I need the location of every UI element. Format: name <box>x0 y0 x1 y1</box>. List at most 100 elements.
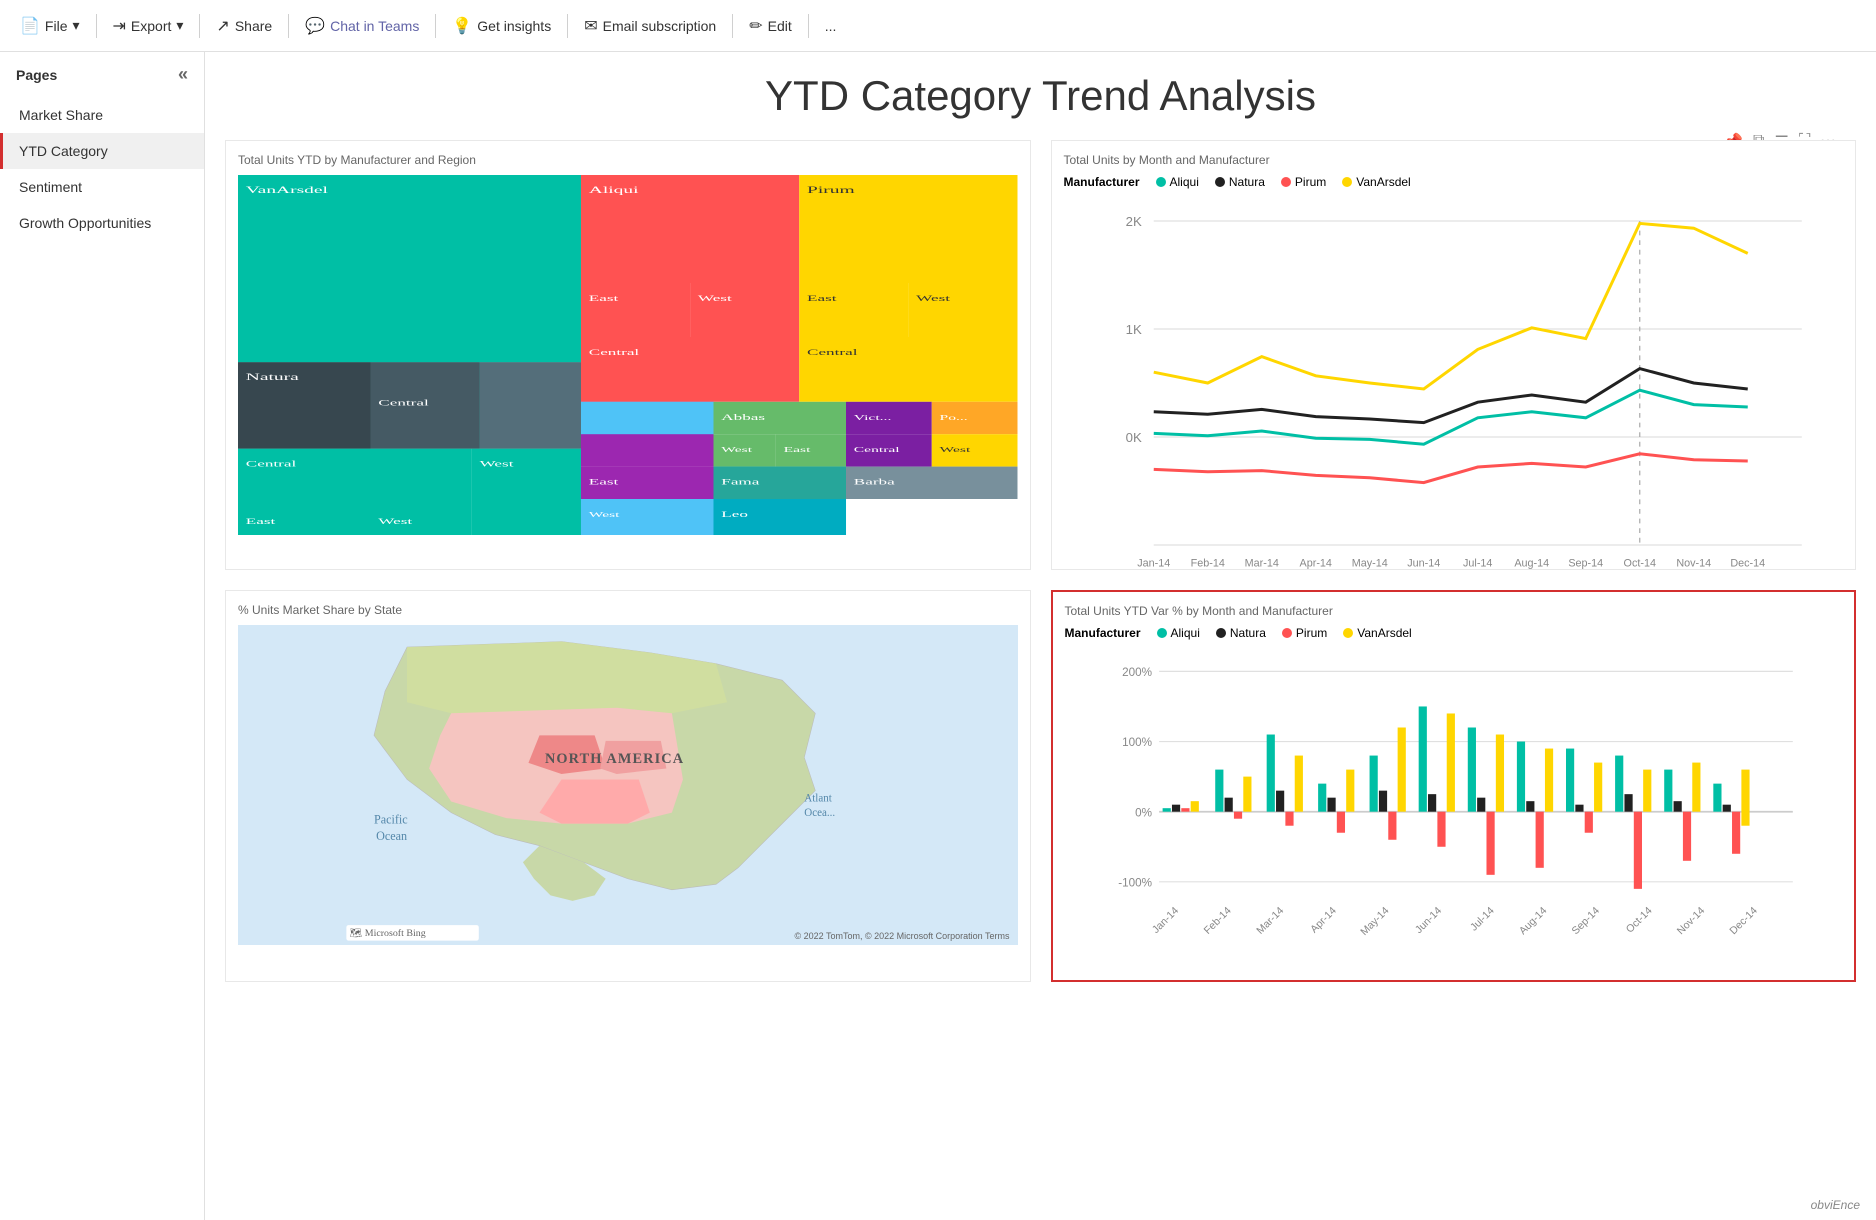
sidebar-item-market-share[interactable]: Market Share <box>0 97 204 133</box>
map-container[interactable]: Pacific Ocean Atlant Ocea... NORTH AMERI… <box>238 625 1018 945</box>
export-icon: ⇥ <box>113 16 126 36</box>
sidebar-item-growth-opportunities[interactable]: Growth Opportunities <box>0 205 204 241</box>
legend-dot-vanarsdel <box>1342 177 1352 187</box>
legend-dot-natura <box>1215 177 1225 187</box>
email-subscription-button[interactable]: ✉ Email subscription <box>576 12 724 40</box>
chevron-down-icon: ▾ <box>72 17 79 34</box>
svg-text:Central: Central <box>589 348 640 357</box>
content-area: YTD Category Trend Analysis 📌 ⧉ ☰ ⛶ ··· … <box>205 52 1876 1220</box>
more-button[interactable]: ... <box>817 14 845 38</box>
svg-text:Barba: Barba <box>854 477 895 486</box>
svg-text:Central: Central <box>854 446 901 454</box>
svg-text:Central: Central <box>378 398 429 407</box>
toolbar: 📄 File ▾ ⇥ Export ▾ ↗ Share 💬 Chat in Te… <box>0 0 1876 52</box>
svg-text:Feb-14: Feb-14 <box>1190 558 1224 570</box>
barchart-container[interactable]: 200% 100% 0% -100% <box>1065 648 1843 968</box>
svg-text:Jun-14: Jun-14 <box>1407 558 1440 570</box>
map-title: % Units Market Share by State <box>238 603 1018 617</box>
svg-text:Leo: Leo <box>721 510 748 519</box>
barchart-dot-natura <box>1216 628 1226 638</box>
barchart-legend-vanarsdel: VanArsdel <box>1343 626 1411 640</box>
edit-button[interactable]: ✏ Edit <box>741 12 800 40</box>
file-menu[interactable]: 📄 File ▾ <box>12 12 88 40</box>
svg-text:Sep-14: Sep-14 <box>1568 558 1603 570</box>
linechart-container[interactable]: 2K 1K 0K Jan-14 Feb-14 Mar-14 Apr-14 May… <box>1064 197 1844 557</box>
export-menu[interactable]: ⇥ Export ▾ <box>105 12 192 40</box>
sidebar: Pages « Market Share YTD Category Sentim… <box>0 52 205 1220</box>
get-insights-button[interactable]: 💡 Get insights <box>444 12 559 40</box>
barchart-legend: Manufacturer Aliqui Natura Pirum <box>1065 626 1843 640</box>
sidebar-item-sentiment[interactable]: Sentiment <box>0 169 204 205</box>
svg-text:East: East <box>807 294 837 303</box>
svg-text:West: West <box>378 517 412 526</box>
svg-text:Aug-14: Aug-14 <box>1516 905 1549 938</box>
svg-text:Vict...: Vict... <box>854 413 892 421</box>
svg-text:Central: Central <box>246 459 297 468</box>
separator-7 <box>808 14 809 38</box>
separator-4 <box>435 14 436 38</box>
svg-text:Nov-14: Nov-14 <box>1674 905 1707 938</box>
svg-text:Jan-14: Jan-14 <box>1137 558 1170 570</box>
svg-text:Jun-14: Jun-14 <box>1412 905 1443 936</box>
linechart-panel: Total Units by Month and Manufacturer Ma… <box>1051 140 1857 570</box>
svg-text:West: West <box>916 294 950 303</box>
svg-text:Pirum: Pirum <box>807 185 855 195</box>
svg-text:Central: Central <box>807 348 858 357</box>
linechart-legend: Manufacturer Aliqui Natura Pirum <box>1064 175 1844 189</box>
linechart-title: Total Units by Month and Manufacturer <box>1064 153 1844 167</box>
legend-aliqui: Aliqui <box>1156 175 1199 189</box>
barchart-legend-natura: Natura <box>1216 626 1266 640</box>
svg-text:Dec-14: Dec-14 <box>1730 558 1765 570</box>
svg-text:VanArsdel: VanArsdel <box>246 185 328 195</box>
svg-text:East: East <box>589 294 619 303</box>
page-title: YTD Category Trend Analysis <box>225 52 1856 130</box>
map-panel: % Units Market Share by State <box>225 590 1031 982</box>
barchart-title: Total Units YTD Var % by Month and Manuf… <box>1065 604 1843 618</box>
svg-text:May-14: May-14 <box>1351 558 1387 570</box>
barchart-legend-aliqui: Aliqui <box>1157 626 1200 640</box>
svg-text:NORTH AMERICA: NORTH AMERICA <box>545 751 684 767</box>
svg-text:2K: 2K <box>1125 214 1141 229</box>
treemap-panel: Total Units YTD by Manufacturer and Regi… <box>225 140 1031 570</box>
svg-text:Oct-14: Oct-14 <box>1623 558 1655 570</box>
svg-text:Aliqui: Aliqui <box>589 185 639 195</box>
svg-text:Ocean: Ocean <box>376 829 407 843</box>
file-icon: 📄 <box>20 16 40 36</box>
email-icon: ✉ <box>584 16 597 36</box>
treemap-title: Total Units YTD by Manufacturer and Regi… <box>238 153 1018 167</box>
svg-text:Jul-14: Jul-14 <box>1468 905 1497 934</box>
barchart-legend-label: Manufacturer <box>1065 626 1141 640</box>
edit-icon: ✏ <box>749 16 762 36</box>
svg-text:West: West <box>721 446 753 454</box>
charts-grid: Total Units YTD by Manufacturer and Regi… <box>225 140 1856 982</box>
share-button[interactable]: ↗ Share <box>208 12 280 40</box>
svg-text:Mar-14: Mar-14 <box>1254 905 1286 937</box>
legend-manufacturer-label: Manufacturer <box>1064 175 1140 189</box>
obv-footer: obviEnce <box>1811 1198 1860 1212</box>
treemap-container[interactable]: VanArsdel East Central West Aliqui East <box>238 175 1018 535</box>
svg-text:Nov-14: Nov-14 <box>1676 558 1711 570</box>
chevron-down-icon-2: ▾ <box>176 17 183 34</box>
sidebar-title: Pages <box>16 67 57 83</box>
sidebar-collapse-button[interactable]: « <box>178 64 188 85</box>
svg-text:Jul-14: Jul-14 <box>1463 558 1492 570</box>
barchart-dot-aliqui <box>1157 628 1167 638</box>
svg-text:Jan-14: Jan-14 <box>1149 905 1180 936</box>
sidebar-item-ytd-category[interactable]: YTD Category <box>0 133 204 169</box>
barchart-svg: 200% 100% 0% -100% <box>1065 648 1843 952</box>
linechart-svg: 2K 1K 0K Jan-14 Feb-14 Mar-14 Apr-14 May… <box>1064 197 1844 557</box>
sidebar-header: Pages « <box>0 52 204 97</box>
svg-text:West: West <box>698 294 732 303</box>
insights-icon: 💡 <box>452 16 472 36</box>
separator-2 <box>199 14 200 38</box>
chat-teams-button[interactable]: 💬 Chat in Teams <box>297 12 427 40</box>
svg-text:Mar-14: Mar-14 <box>1244 558 1278 570</box>
barchart-dot-vanarsdel <box>1343 628 1353 638</box>
svg-text:East: East <box>589 477 619 486</box>
share-icon: ↗ <box>216 16 229 36</box>
barchart-dot-pirum <box>1282 628 1292 638</box>
legend-dot-pirum <box>1281 177 1291 187</box>
svg-text:0K: 0K <box>1125 430 1141 445</box>
barchart-legend-pirum: Pirum <box>1282 626 1327 640</box>
svg-text:Apr-14: Apr-14 <box>1308 905 1339 936</box>
